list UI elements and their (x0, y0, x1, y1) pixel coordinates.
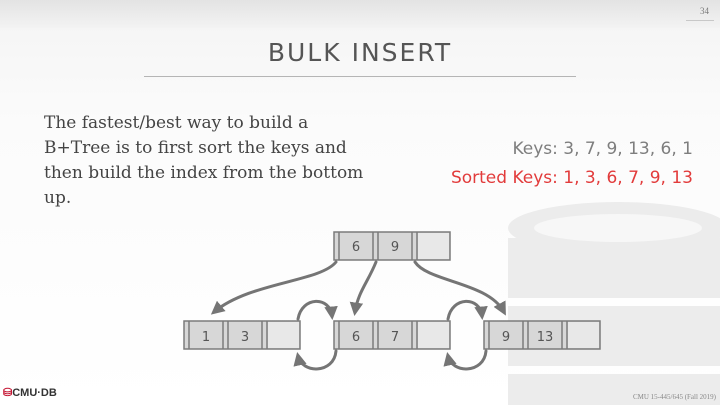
leaf-key: 6 (352, 330, 360, 345)
root-key: 9 (391, 240, 399, 255)
sibling-pointer-arrow (443, 349, 488, 371)
leaf-key: 13 (537, 330, 554, 345)
sibling-pointer-arrow (293, 349, 338, 371)
leaf-key: 3 (241, 330, 249, 345)
leaf-key: 1 (202, 330, 210, 345)
bplus-tree-diagram: 6 9 1 3 6 7 9 13 (183, 231, 601, 371)
sibling-pointer-arrow (296, 299, 338, 321)
child-pointer-arrow (210, 260, 338, 315)
root-node: 6 9 (333, 231, 451, 261)
database-logo-icon: ⛁ (3, 387, 13, 399)
root-key: 6 (352, 240, 360, 255)
leaf-node: 9 13 (483, 320, 601, 350)
child-pointer-arrow (349, 260, 378, 317)
leaf-node: 1 3 (183, 320, 301, 350)
course-footer: CMU 15-445/645 (Fall 2019) (632, 393, 716, 401)
logo-text: CMU·DB (12, 387, 57, 399)
sibling-pointer-arrow (446, 299, 488, 321)
leaf-key: 7 (391, 330, 399, 345)
leaf-key: 9 (502, 330, 510, 345)
cmu-db-logo: ⛁CMU·DB (3, 386, 57, 399)
leaf-node: 6 7 (333, 320, 451, 350)
